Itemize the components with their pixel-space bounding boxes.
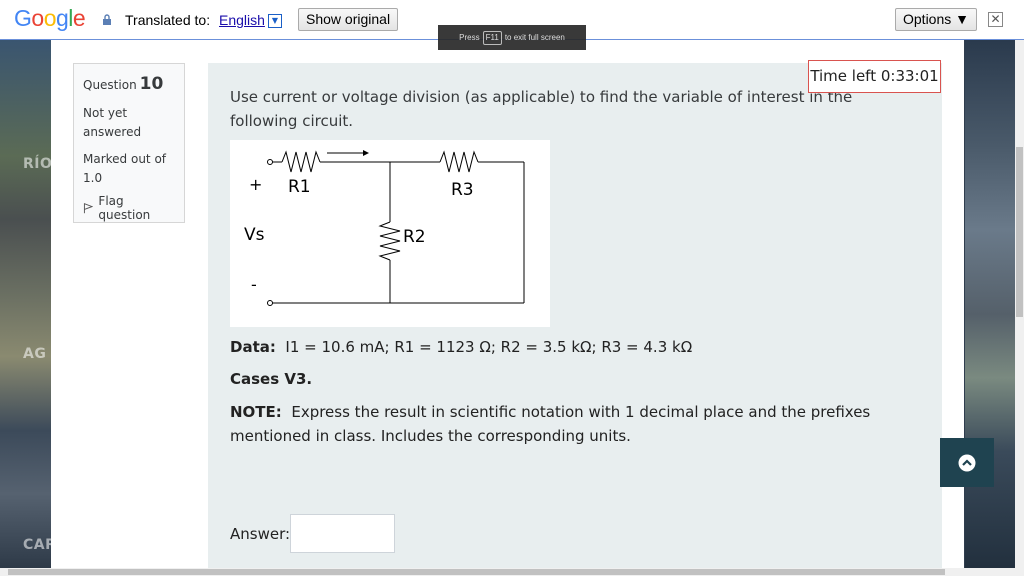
resistor-r3 [439,150,479,173]
translated-to-label: Translated to: [125,12,211,28]
r2-label: R2 [403,227,426,247]
background-image-left [0,40,51,568]
data-line: Data: I1 = 10.6 mA; R1 = 1123 Ω; R2 = 3.… [230,338,692,356]
back-to-top-button[interactable] [940,438,994,487]
vertical-scrollbar-thumb[interactable] [1016,147,1023,317]
terminal-top [267,159,273,165]
data-value: I1 = 10.6 mA; R1 = 1123 Ω; R2 = 3.5 kΩ; … [285,338,693,356]
question-marks-line2: 1.0 [83,171,103,185]
google-logo: Google [14,5,86,31]
fullscreen-prefix: Press [459,33,480,42]
question-number-row: Question 10 [83,74,175,94]
terminal-bottom [267,300,273,306]
resistor-r1 [281,150,321,173]
note-paragraph: NOTE: Express the result in scientific n… [230,400,930,448]
question-content: Use current or voltage division (as appl… [208,63,942,568]
circuit-diagram: + R1 R3 Vs R2 - [230,140,550,327]
flag-question-button[interactable]: Flag question [83,194,175,222]
flag-question-label: Flag question [98,194,151,222]
data-label: Data: [230,338,276,356]
chevron-up-icon [958,454,976,471]
answer-label: Answer: [230,525,291,543]
cases-line: Cases V3. [230,370,312,388]
fullscreen-key: F11 [482,31,502,45]
question-status-line2: answered [83,125,142,139]
question-status-line1: Not yet [83,106,128,120]
time-left-badge: Time left 0:33:01 [808,60,941,93]
note-text: Express the result in scientific notatio… [230,403,871,445]
language-link[interactable]: English [219,12,265,28]
options-button[interactable]: Options ▼ [895,8,977,31]
question-status: Not yet answered [83,104,175,142]
question-number: 10 [139,74,164,94]
question-info-panel: Question 10 Not yet answered Marked out o… [73,63,185,223]
show-original-button[interactable]: Show original [298,8,399,31]
question-marks: Marked out of 1.0 [83,150,175,188]
minus-sign: - [251,275,257,294]
horizontal-scrollbar-thumb[interactable] [8,569,945,575]
source-label: Vs [244,225,265,245]
r3-label: R3 [451,180,474,200]
flag-icon [83,203,94,214]
answer-input[interactable] [290,514,395,553]
background-word-1: RÍO [23,156,53,172]
fullscreen-suffix: to exit full screen [504,33,565,42]
plus-sign: + [249,175,263,194]
background-image-right [965,40,1016,568]
question-marks-line1: Marked out of [83,152,167,166]
note-label: NOTE: [230,403,282,421]
r1-label: R1 [288,177,311,197]
close-icon[interactable]: ✕ [988,12,1003,27]
fullscreen-notice: Press F11 to exit full screen [438,25,586,50]
lock-icon [103,14,111,25]
language-dropdown-icon[interactable]: ▼ [268,14,282,28]
question-label: Question [83,78,137,92]
resistor-r2 [378,221,401,261]
cases-text: Cases V3. [230,370,313,388]
circuit-drawing [267,150,525,306]
background-word-2: AG [23,346,47,362]
